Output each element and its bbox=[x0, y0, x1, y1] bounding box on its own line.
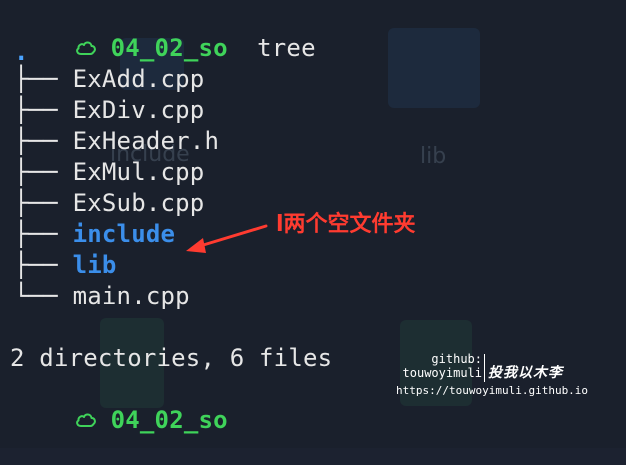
tree-summary: 2 directories, 6 files bbox=[10, 344, 333, 372]
file-name: ExHeader.h bbox=[72, 127, 220, 155]
tree-root: . bbox=[14, 38, 29, 66]
watermark-line1: github: bbox=[431, 352, 482, 366]
prompt-directory: 04_02_so bbox=[110, 34, 228, 62]
file-name: ExAdd.cpp bbox=[72, 65, 205, 93]
tree-branch: ├── bbox=[14, 65, 58, 93]
annotation-label: l两个空文件夹 bbox=[276, 212, 416, 237]
tree-entry: ├── include bbox=[0, 219, 175, 249]
prompt-command: tree bbox=[257, 34, 316, 62]
terminal-window: include lib 04_02_so tree . ├── ExAdd.cp… bbox=[0, 0, 626, 448]
tree-entry: ├── lib bbox=[0, 250, 117, 280]
file-name: ExDiv.cpp bbox=[72, 96, 205, 124]
watermark-url: https://touwoyimuli.github.io bbox=[396, 384, 589, 397]
watermark-line2: touwoyimuli bbox=[402, 366, 482, 380]
tree-branch: ├── bbox=[14, 189, 58, 217]
prompt-line: 04_02_so bbox=[0, 375, 228, 465]
file-name: main.cpp bbox=[72, 282, 190, 310]
tree-entry: ├── ExMul.cpp bbox=[0, 157, 204, 187]
directory-name: lib bbox=[72, 251, 117, 279]
watermark-divider bbox=[484, 354, 485, 382]
file-name: ExMul.cpp bbox=[72, 158, 205, 186]
tree-entry: └── main.cpp bbox=[0, 281, 190, 311]
watermark-signature: 投我以木李 bbox=[488, 365, 563, 381]
tree-entry: ├── ExDiv.cpp bbox=[0, 95, 204, 125]
tree-entry: ├── ExAdd.cpp bbox=[0, 64, 204, 94]
tree-branch: ├── bbox=[14, 158, 58, 186]
tree-branch: ├── bbox=[14, 251, 58, 279]
tree-branch: ├── bbox=[14, 96, 58, 124]
tree-summary-line: 2 directories, 6 files bbox=[0, 343, 332, 373]
tree-branch: ├── bbox=[14, 220, 58, 248]
tree-entry: ├── ExSub.cpp bbox=[0, 188, 204, 218]
watermark: github: touwoyimuli 投我以木李 https://touwoy… bbox=[396, 352, 616, 402]
tree-entry: ├── ExHeader.h bbox=[0, 126, 219, 156]
tree-root-line: . bbox=[0, 37, 29, 67]
tree-branch: └── bbox=[14, 282, 58, 310]
prompt-directory: 04_02_so bbox=[110, 406, 228, 434]
cloud-icon bbox=[75, 413, 96, 427]
cloud-icon bbox=[75, 41, 96, 55]
watermark-github: github: touwoyimuli bbox=[396, 352, 482, 380]
tree-branch: ├── bbox=[14, 127, 58, 155]
file-name: ExSub.cpp bbox=[72, 189, 205, 217]
ghost-folder-label: lib bbox=[420, 144, 447, 169]
ghost-folder-icon bbox=[388, 28, 480, 108]
directory-name: include bbox=[72, 220, 176, 248]
